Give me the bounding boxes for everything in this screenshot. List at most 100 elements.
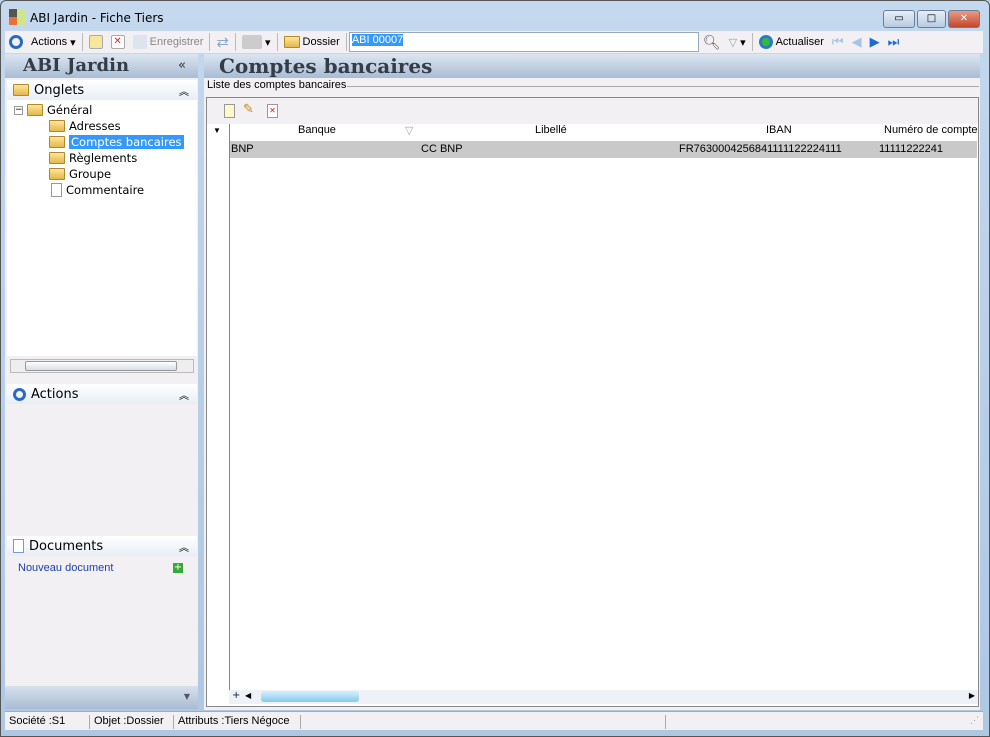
document-icon: [51, 183, 62, 197]
filter-icon: ▽: [728, 36, 738, 49]
folder-open-icon: [49, 136, 65, 148]
column-header-numero[interactable]: Numéro de compte: [884, 124, 978, 136]
actions-title: Actions: [31, 386, 79, 402]
delete-icon[interactable]: ✕: [110, 35, 125, 49]
grid-header: ▼ Banque ▽ Libellé IBAN Numéro de compte: [207, 124, 978, 140]
documents-header[interactable]: Documents ︽: [7, 536, 197, 556]
sidebar-title: ABI Jardin: [5, 54, 198, 78]
tree-label: Général: [47, 103, 93, 117]
onglets-title: Onglets: [34, 82, 85, 98]
tree-label: Adresses: [69, 119, 121, 133]
table-row[interactable]: BNP CC BNP FR7630004256841111122224111 1…: [230, 141, 977, 158]
column-header-banque[interactable]: Banque: [298, 124, 336, 136]
folder-icon: [13, 84, 29, 96]
sidebar-title-text: ABI Jardin: [23, 55, 130, 76]
folder-icon: [49, 168, 65, 180]
search-icon[interactable]: 🔍︎: [703, 34, 721, 51]
previous-record-icon[interactable]: ◀: [852, 34, 862, 50]
scroll-left-icon[interactable]: ◀: [245, 691, 251, 700]
refresh-label: Actualiser: [775, 36, 824, 48]
next-record-icon[interactable]: ▶: [870, 34, 880, 50]
sort-icon: ▽: [405, 125, 414, 137]
tree-label: Comptes bancaires: [69, 135, 184, 149]
save-button[interactable]: Enregistrer: [129, 31, 208, 53]
last-record-icon[interactable]: ⏭: [888, 34, 900, 50]
add-row-icon[interactable]: [224, 104, 235, 118]
page-title: Comptes bancaires: [204, 54, 980, 78]
save-icon: [132, 35, 147, 49]
new-icon[interactable]: [88, 35, 103, 49]
row-selector-icon[interactable]: ▼: [213, 126, 221, 135]
tree-item-adresses[interactable]: Adresses: [49, 119, 121, 133]
onglets-tree: − Général Adresses Comptes bancaires Règl…: [7, 100, 197, 356]
delete-row-icon[interactable]: ✕: [267, 104, 278, 118]
status-bar: Société :S1 Objet :Dossier Attributs :Ti…: [5, 711, 983, 730]
new-document-link[interactable]: Nouveau document: [18, 562, 113, 574]
app-icon: [9, 9, 25, 25]
documents-icon: [13, 539, 24, 553]
bank-accounts-grid: ✎ ✕ ▼ Banque ▽ Libellé IBAN Numéro de co…: [206, 97, 979, 707]
page-title-text: Comptes bancaires: [219, 54, 433, 78]
dossier-button[interactable]: Dossier: [280, 31, 344, 53]
sidebar-footer: ▼: [5, 686, 198, 709]
collapse-icon[interactable]: ︽: [179, 387, 189, 402]
cell-numero: 11111222241: [879, 143, 944, 155]
save-label: Enregistrer: [149, 36, 204, 48]
cell-iban: FR7630004256841111122224111: [679, 143, 842, 155]
window-title: ABI Jardin - Fiche Tiers: [30, 11, 164, 25]
filter-button[interactable]: ▽ ▾: [725, 31, 750, 53]
toolbar: Actions ▾ ✕ Enregistrer ⇄ ▾ Dossier ABI 0…: [5, 31, 983, 53]
status-attributs: Attributs :Tiers Négoce: [173, 715, 301, 729]
status-societe: Société :S1: [9, 715, 66, 727]
tree-horizontal-scrollbar[interactable]: [10, 359, 194, 373]
sync-icon[interactable]: ⇄: [216, 33, 229, 51]
minimize-button[interactable]: ▭: [883, 10, 915, 28]
group-label: Liste des comptes bancaires: [207, 79, 347, 91]
folder-icon: [49, 120, 65, 132]
chevron-down-icon[interactable]: ▼: [184, 692, 190, 701]
grid-horizontal-scrollbar[interactable]: + ◀ ▶: [229, 690, 978, 704]
tree-item-commentaire[interactable]: Commentaire: [51, 183, 144, 197]
resize-grip-icon[interactable]: ⋰: [970, 715, 979, 729]
actions-label: Actions: [31, 36, 68, 48]
folder-icon: [283, 36, 300, 48]
folder-icon: [49, 152, 65, 164]
folder-icon: [27, 104, 43, 116]
actions-header[interactable]: Actions ︽: [7, 384, 197, 404]
status-objet: Objet :Dossier: [89, 715, 164, 729]
actions-menu-button[interactable]: Actions ▾: [27, 31, 80, 53]
collapse-icon[interactable]: ︽: [179, 539, 189, 554]
column-header-libelle[interactable]: Libellé: [535, 124, 567, 136]
tree-label: Groupe: [69, 167, 112, 181]
tree-item-groupe[interactable]: Groupe: [49, 167, 111, 181]
add-document-icon[interactable]: +: [173, 563, 183, 573]
cell-libelle: CC BNP: [421, 143, 463, 155]
actions-icon: [13, 387, 26, 401]
tree-label: Règlements: [69, 151, 138, 165]
close-button[interactable]: ✕: [948, 10, 980, 28]
refresh-icon: [758, 35, 773, 49]
search-value: ABI 00007: [351, 34, 404, 46]
tree-item-general[interactable]: − Général: [14, 103, 92, 117]
add-icon[interactable]: +: [232, 690, 240, 701]
collapse-icon[interactable]: ︽: [179, 83, 189, 98]
collapse-sidebar-button[interactable]: «: [178, 58, 186, 73]
print-button[interactable]: ▾: [238, 31, 275, 53]
cell-banque: BNP: [231, 143, 254, 155]
print-icon: [241, 35, 262, 49]
scroll-right-icon[interactable]: ▶: [969, 691, 975, 700]
tree-label: Commentaire: [66, 183, 145, 197]
onglets-header[interactable]: Onglets ︽: [7, 80, 197, 100]
documents-title: Documents: [29, 538, 104, 554]
dossier-label: Dossier: [302, 36, 340, 48]
first-record-icon[interactable]: ⏮: [832, 34, 844, 50]
column-header-iban[interactable]: IBAN: [766, 124, 792, 136]
tree-item-reglements[interactable]: Règlements: [49, 151, 137, 165]
grid-toolbar: ✎ ✕: [207, 98, 978, 124]
refresh-button[interactable]: Actualiser: [755, 31, 828, 53]
search-input[interactable]: ABI 00007: [348, 32, 699, 52]
actions-circle-icon: [9, 35, 23, 49]
edit-row-icon[interactable]: ✎: [243, 102, 254, 117]
maximize-button[interactable]: □: [917, 10, 946, 28]
tree-item-comptes-bancaires[interactable]: Comptes bancaires: [49, 135, 184, 149]
